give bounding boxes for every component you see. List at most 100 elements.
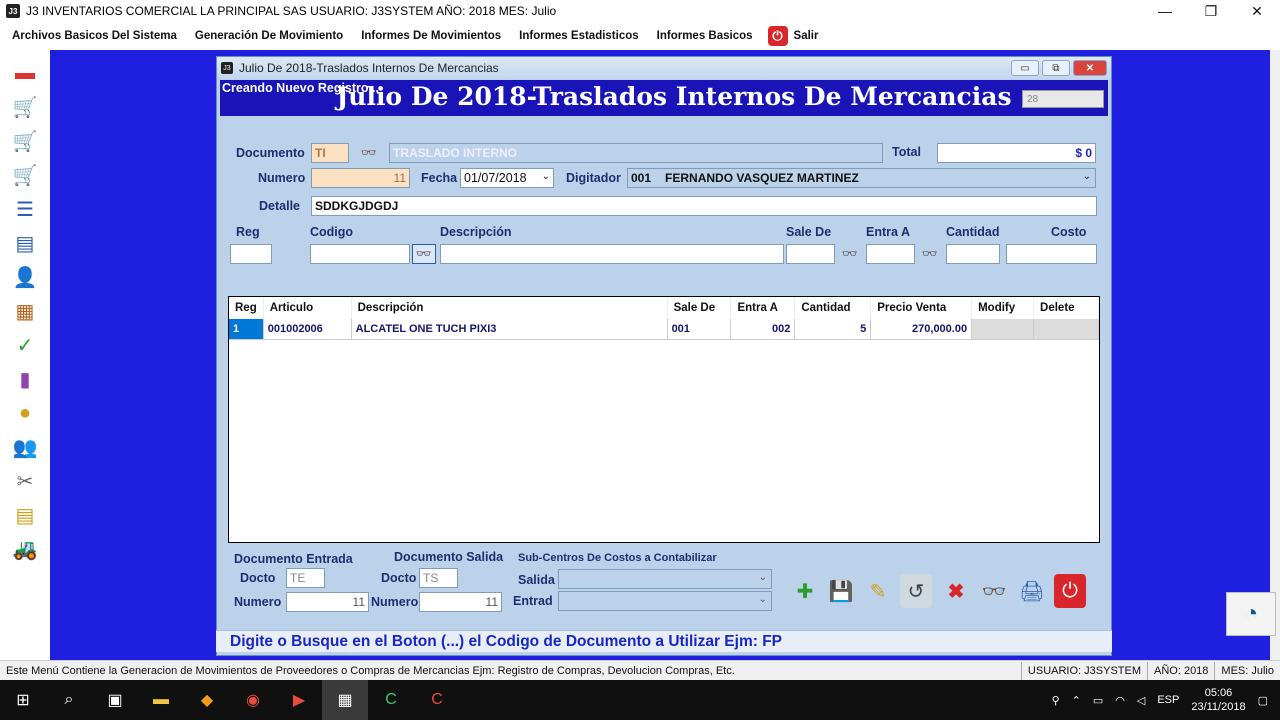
notepad-icon[interactable]: ▤	[10, 500, 40, 530]
clock[interactable]: 05:06 23/11/2018	[1191, 686, 1245, 714]
cell-reg[interactable]: 1	[229, 319, 264, 340]
windows-start-icon[interactable]: ⊞	[0, 680, 46, 720]
salida-cc-select[interactable]: ⌄	[558, 569, 772, 589]
wifi-icon[interactable]: ◠	[1115, 694, 1125, 707]
documento-input[interactable]: TI	[311, 143, 349, 163]
reg-input[interactable]	[230, 244, 272, 264]
cell-articulo[interactable]: 001002006	[263, 319, 352, 340]
codigo-search-binoculars-icon[interactable]: 👓	[412, 244, 436, 264]
search-icon[interactable]: ⌕	[46, 680, 92, 720]
delete-icon[interactable]: ✖	[940, 574, 972, 608]
j3-app-icon[interactable]: ▦	[322, 680, 368, 720]
workspace-scrollbar[interactable]	[1270, 50, 1280, 660]
title-bar: J3 J3 INVENTARIOS COMERCIAL LA PRINCIPAL…	[0, 0, 1280, 22]
sale-de-input[interactable]	[786, 244, 835, 264]
group-icon[interactable]: 👥	[10, 432, 40, 462]
close-button[interactable]: ✕	[1234, 0, 1280, 22]
menu-generacion-movimiento[interactable]: Generación De Movimiento	[186, 30, 352, 42]
app-icon-1[interactable]: ◆	[184, 680, 230, 720]
modify-button[interactable]	[971, 319, 1035, 340]
cell-precio-venta[interactable]: 270,000.00	[870, 319, 973, 340]
menu-informes-estadisticos[interactable]: Informes Estadisticos	[510, 30, 648, 42]
salida-numero-input[interactable]: 11	[419, 592, 502, 612]
file-explorer-icon[interactable]: ▬	[138, 680, 184, 720]
cell-descripcion[interactable]: ALCATEL ONE TUCH PIXI3	[351, 319, 668, 340]
cart-add-icon[interactable]: 🛒	[10, 126, 40, 156]
edit-icon[interactable]: ✎	[862, 574, 894, 608]
digitador-label: Digitador	[566, 171, 621, 185]
checklist-icon[interactable]: ✓	[10, 330, 40, 360]
cart-icon[interactable]: 🛒	[10, 92, 40, 122]
child-minimize-button[interactable]: ▭	[1011, 60, 1039, 76]
numero-input[interactable]: 11	[311, 168, 410, 188]
app-logo-icon[interactable]: ◔	[1226, 592, 1276, 636]
cell-cantidad[interactable]: 5	[794, 319, 872, 340]
menu-informes-movimientos[interactable]: Informes De Movimientos	[352, 30, 510, 42]
salida-numero-label: Numero	[371, 595, 419, 609]
document-icon[interactable]: ▤	[10, 228, 40, 258]
menu-archivos-basicos[interactable]: Archivos Basicos Del Sistema	[0, 30, 186, 42]
digitador-select[interactable]: 001 FERNANDO VASQUEZ MARTINEZ ⌄	[627, 168, 1096, 188]
documento-entrada-label: Documento Entrada	[234, 552, 353, 566]
volume-icon[interactable]: ◁	[1137, 694, 1145, 707]
codigo-input[interactable]	[310, 244, 410, 264]
document-list-icon[interactable]: ☰	[10, 194, 40, 224]
status-bar: Este Menú Contiene la Generacion de Movi…	[0, 660, 1280, 680]
notification-icon[interactable]: ▢	[1258, 694, 1268, 707]
entra-a-input[interactable]	[866, 244, 915, 264]
clock-time: 05:06	[1204, 687, 1233, 699]
cart-remove-icon[interactable]: 🛒	[10, 160, 40, 190]
entrada-docto-input[interactable]: TE	[286, 568, 325, 588]
child-restore-button[interactable]: ⧉	[1042, 60, 1070, 76]
camtasia-icon[interactable]: C	[368, 680, 414, 720]
user-icon[interactable]: 👤	[10, 262, 40, 292]
child-close-button[interactable]: ✕	[1073, 60, 1107, 76]
sale-de-binoculars-icon[interactable]: 👓	[838, 244, 862, 264]
salida-docto-input[interactable]: TS	[419, 568, 458, 588]
col-cantidad: Cantidad	[794, 297, 872, 319]
chrome-icon[interactable]: ◉	[230, 680, 276, 720]
exit-menu-button[interactable]: ⏻ Salir	[767, 26, 828, 46]
fecha-picker[interactable]: 01/07/2018 ⌄	[460, 168, 554, 188]
table-row[interactable]: 1 001002006 ALCATEL ONE TUCH PIXI3 001 0…	[229, 319, 1099, 340]
entra-a-binoculars-icon[interactable]: 👓	[918, 244, 942, 264]
new-record-icon[interactable]: ✚	[789, 574, 821, 608]
chart-icon[interactable]: ▮	[10, 364, 40, 394]
people-icon[interactable]: ⚲	[1052, 694, 1060, 707]
recorder-icon[interactable]: C	[414, 680, 460, 720]
minimize-button[interactable]: —	[1142, 0, 1188, 22]
print-icon[interactable]: 🖨	[1016, 574, 1048, 608]
entrad-cc-select[interactable]: ⌄	[558, 591, 772, 611]
binoculars-icon[interactable]: 👓	[357, 143, 381, 163]
network-icon[interactable]: ▭	[1093, 694, 1103, 707]
language-indicator[interactable]: ESP	[1157, 694, 1179, 706]
cards-icon[interactable]: ▬	[10, 58, 40, 88]
entrada-numero-input[interactable]: 11	[286, 592, 369, 612]
cell-entra-a[interactable]: 002	[730, 319, 796, 340]
coins-icon[interactable]: ●	[10, 398, 40, 428]
box-icon[interactable]: ▦	[10, 296, 40, 326]
search-binoculars-icon[interactable]: 👓	[978, 574, 1010, 608]
menu-informes-basicos[interactable]: Informes Basicos	[648, 30, 762, 42]
undo-icon[interactable]: ↺	[900, 574, 932, 608]
costo-input[interactable]	[1006, 244, 1097, 264]
numero-label: Numero	[258, 171, 306, 185]
creating-record-label: Creando Nuevo Registro...	[222, 81, 379, 95]
chevron-up-icon[interactable]: ⌃	[1072, 694, 1081, 707]
cantidad-input[interactable]	[946, 244, 1000, 264]
exit-power-icon[interactable]: ⏻	[1054, 574, 1086, 608]
cell-sale-de[interactable]: 001	[667, 319, 732, 340]
col-descripcion: Descripción	[351, 297, 668, 319]
maximize-button[interactable]: ❐	[1188, 0, 1234, 22]
app-icon-2[interactable]: ▶	[276, 680, 322, 720]
descripcion-input[interactable]	[440, 244, 784, 264]
vehicle-icon[interactable]: 🚜	[10, 534, 40, 564]
save-icon[interactable]: 💾	[825, 574, 857, 608]
delete-button[interactable]	[1033, 319, 1099, 340]
task-view-icon[interactable]: ▣	[92, 680, 138, 720]
detalle-input[interactable]: SDDKGJDGDJ	[311, 196, 1097, 216]
sale-de-label: Sale De	[786, 225, 832, 239]
cantidad-label: Cantidad	[946, 225, 1000, 239]
left-toolbar: ▬ 🛒 🛒 🛒 ☰ ▤ 👤 ▦ ✓ ▮ ● 👥 ✂ ▤ 🚜	[0, 50, 50, 660]
tools-icon[interactable]: ✂	[10, 466, 40, 496]
